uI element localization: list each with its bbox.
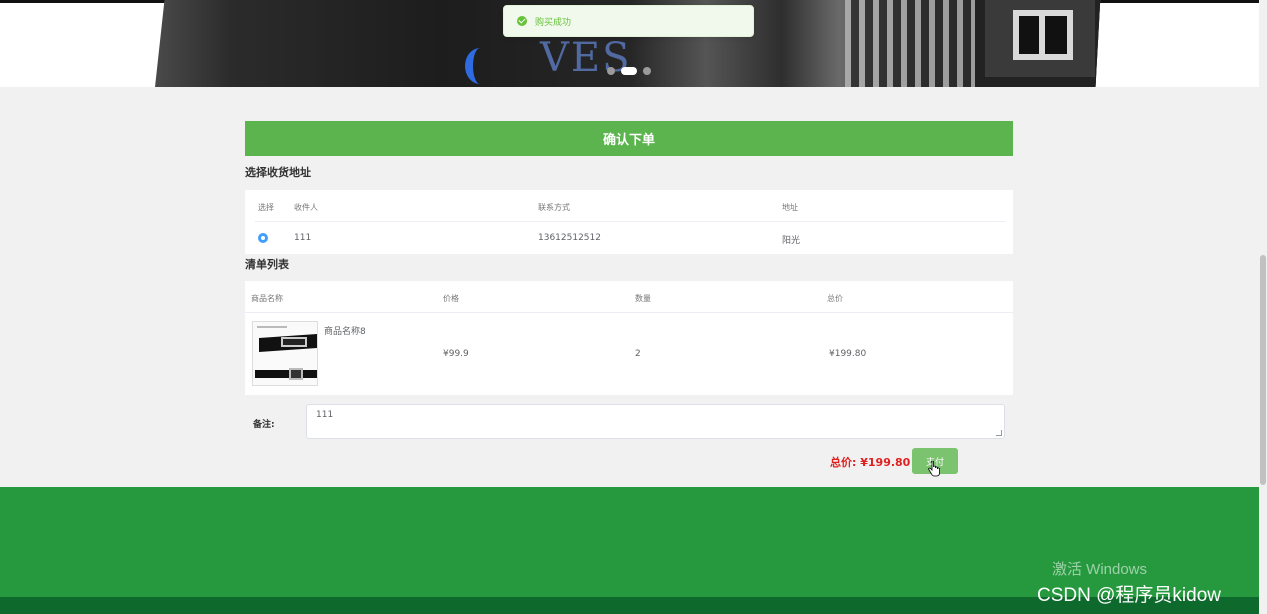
address-phone: 13612512512 xyxy=(538,233,601,243)
carousel-dot-1[interactable] xyxy=(607,67,615,75)
col-header-price: 价格 xyxy=(443,294,459,303)
items-section-title: 清单列表 xyxy=(245,258,289,271)
col-header-phone: 联系方式 xyxy=(538,203,570,212)
address-section-title: 选择收货地址 xyxy=(245,166,311,179)
belt-graphic xyxy=(255,370,317,378)
table-divider xyxy=(245,312,1013,313)
scrollbar-thumb[interactable] xyxy=(1260,255,1266,485)
remark-value: 111 xyxy=(316,410,334,420)
col-header-address: 地址 xyxy=(782,203,798,212)
thumbnail-caption-line xyxy=(257,326,287,328)
windows-activation-watermark: 激活 Windows xyxy=(1052,561,1148,578)
brand-swoosh-graphic xyxy=(465,48,495,84)
order-confirm-panel: 确认下单 选择收货地址 选择 收件人 联系方式 地址 111 136125125… xyxy=(245,121,1013,477)
product-price: ¥99.9 xyxy=(443,349,469,359)
col-header-select: 选择 xyxy=(258,203,274,212)
check-circle-icon xyxy=(517,16,527,26)
belt-stripes-graphic xyxy=(845,0,975,87)
remark-label: 备注: xyxy=(253,420,275,430)
page-scrollbar[interactable] xyxy=(1259,0,1267,614)
product-name: 商品名称8 xyxy=(324,327,366,337)
carousel-indicators xyxy=(607,67,651,75)
hand-cursor-icon xyxy=(928,461,940,477)
address-table: 选择 收件人 联系方式 地址 111 13612512512 阳光 xyxy=(245,190,1013,254)
belt-buckle-graphic xyxy=(975,0,1101,87)
page-title: 确认下单 xyxy=(245,121,1013,156)
remark-textarea[interactable]: 111 xyxy=(306,404,1005,439)
resize-grip-icon[interactable] xyxy=(996,430,1002,436)
carousel-dot-2[interactable] xyxy=(621,67,637,75)
address-recipient: 111 xyxy=(294,233,312,243)
col-header-recipient: 收件人 xyxy=(294,203,318,212)
address-text: 阳光 xyxy=(782,236,801,246)
col-header-total: 总价 xyxy=(827,294,843,303)
order-total: 总价: ¥199.80 xyxy=(830,456,911,469)
buckle-graphic xyxy=(281,337,307,347)
table-divider xyxy=(255,221,1005,222)
product-quantity: 2 xyxy=(635,349,641,359)
carousel-dot-3[interactable] xyxy=(643,67,651,75)
buckle-frame xyxy=(1013,10,1073,60)
address-radio-selected[interactable] xyxy=(258,233,268,243)
success-toast: 购买成功 xyxy=(503,5,754,37)
items-table: 商品名称 价格 数量 总价 商品名称8 ¥99.9 2 ¥199.80 xyxy=(245,281,1013,395)
product-total: ¥199.80 xyxy=(829,349,867,359)
col-header-quantity: 数量 xyxy=(635,294,651,303)
col-header-product-name: 商品名称 xyxy=(251,294,283,303)
csdn-watermark: CSDN @程序员kidow xyxy=(1037,585,1221,606)
toast-message: 购买成功 xyxy=(535,17,572,28)
buckle-graphic xyxy=(289,368,303,380)
product-thumbnail[interactable] xyxy=(252,321,318,386)
